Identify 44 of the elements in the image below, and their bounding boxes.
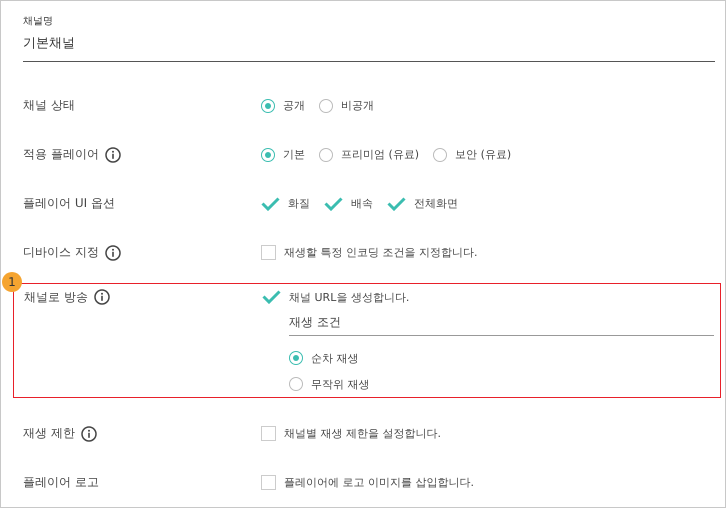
radio-option[interactable]: 기본 — [261, 144, 305, 164]
checkbox-option[interactable]: 플레이어에 로고 이미지를 삽입합니다. — [261, 472, 474, 492]
setting-label: 채널로 방송 — [24, 288, 88, 306]
checkbox[interactable] — [261, 426, 276, 441]
checkbox-option[interactable]: 배속 — [324, 194, 373, 214]
info-icon[interactable] — [104, 244, 121, 260]
checkbox-option[interactable]: 채널 URL을 생성합니다. — [262, 287, 714, 307]
checkbox[interactable] — [261, 245, 276, 260]
checkbox[interactable] — [261, 475, 276, 490]
setting-label: 디바이스 지정 — [23, 244, 99, 261]
info-icon[interactable] — [80, 426, 97, 442]
channel-name-field[interactable]: 채널명 기본채널 — [23, 15, 715, 62]
setting-label: 재생 제한 — [23, 425, 75, 442]
setting-label: 플레이어 UI 옵션 — [23, 195, 115, 212]
info-icon[interactable] — [104, 146, 121, 162]
checkbox-option[interactable]: 화질 — [261, 194, 310, 214]
step-badge: 1 — [2, 272, 22, 292]
setting-label: 적용 플레이어 — [23, 146, 99, 163]
radio-button[interactable] — [261, 148, 275, 162]
setting-label: 채널 상태 — [23, 97, 75, 114]
check-icon — [261, 196, 280, 210]
info-icon[interactable] — [94, 289, 110, 305]
checkbox-option[interactable]: 전체화면 — [387, 194, 458, 214]
radio-option[interactable]: 프리미엄 (유료) — [319, 144, 420, 164]
radio-option[interactable]: 무작위 재생 — [289, 374, 714, 394]
condition-field[interactable]: 재생 조건 — [289, 309, 714, 336]
checkbox-option[interactable]: 채널별 재생 제한을 설정합니다. — [261, 424, 441, 444]
field-label: 채널명 — [23, 15, 54, 29]
check-icon — [262, 290, 281, 304]
field-value: 기본채널 — [23, 35, 76, 53]
radio-option[interactable]: 보안 (유료) — [433, 144, 512, 164]
radio-button[interactable] — [289, 377, 303, 391]
radio-button[interactable] — [289, 351, 303, 365]
radio-button[interactable] — [433, 148, 448, 162]
radio-option[interactable]: 공개 — [261, 96, 305, 116]
check-icon — [324, 196, 343, 210]
check-icon — [387, 196, 406, 210]
radio-button[interactable] — [319, 98, 333, 112]
setting-label: 플레이어 로고 — [23, 474, 99, 491]
checkbox-option[interactable]: 재생할 특정 인코딩 조건을 지정합니다. — [261, 242, 478, 262]
radio-button[interactable] — [261, 98, 275, 112]
radio-option[interactable]: 비공개 — [319, 96, 374, 116]
radio-button[interactable] — [319, 148, 333, 162]
radio-option[interactable]: 순차 재생 — [289, 348, 714, 368]
